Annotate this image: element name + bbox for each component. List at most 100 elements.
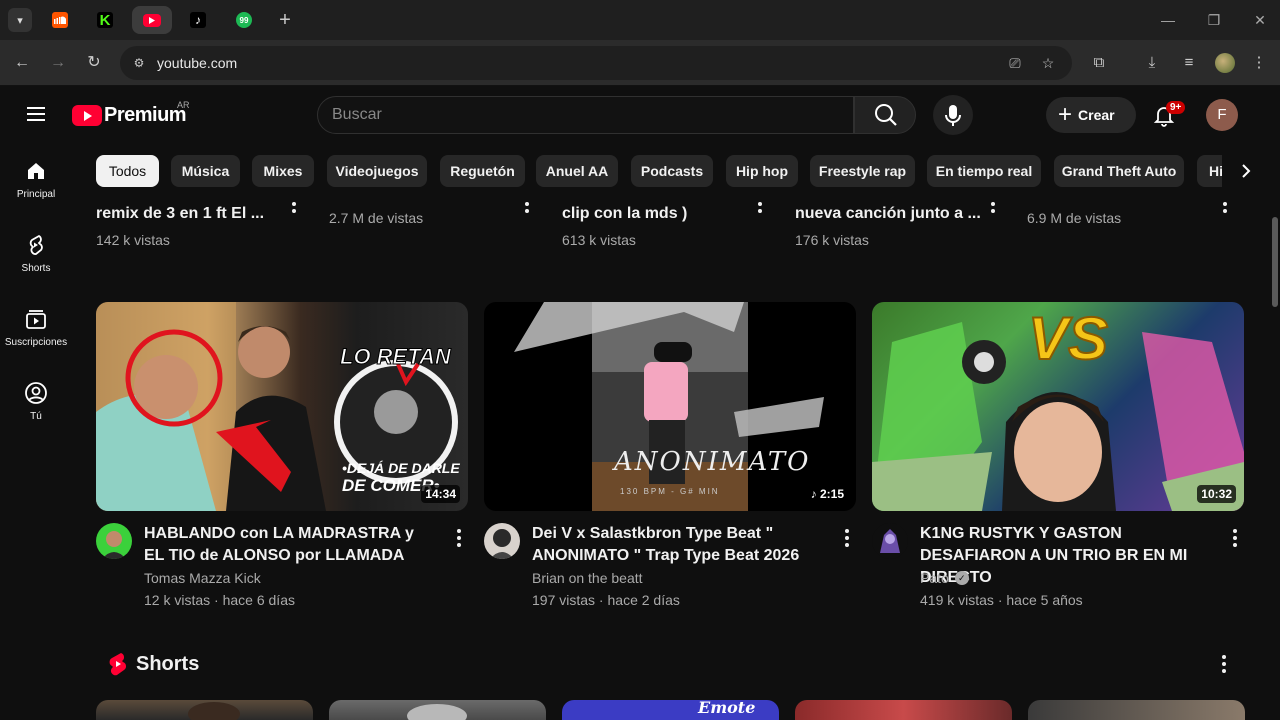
media-control-icon[interactable]: ≡: [1178, 52, 1200, 74]
install-app-icon[interactable]: ⎚: [1006, 54, 1024, 72]
more-actions-icon[interactable]: [1232, 528, 1238, 548]
channel-name[interactable]: Brian on the beatt: [532, 570, 643, 586]
restore-icon[interactable]: ❐: [1204, 10, 1224, 30]
partial-video-title[interactable]: clip con la mds ): [562, 205, 687, 223]
thumbnail-caption: LO RETAN: [340, 344, 452, 370]
more-actions-icon[interactable]: [1221, 654, 1227, 674]
reload-icon[interactable]: ↻: [83, 52, 105, 74]
channel-avatar[interactable]: [484, 523, 520, 559]
partial-video-title[interactable]: remix de 3 en 1 ft El ...: [96, 205, 264, 223]
chip-regueton[interactable]: Reguetón: [440, 155, 525, 187]
chip-freestyle-rap[interactable]: Freestyle rap: [810, 155, 915, 187]
view-count: 419 k vistas: [920, 592, 994, 608]
plus-icon: +: [1058, 101, 1073, 128]
youtube-play-icon: [72, 105, 102, 126]
chevron-right-icon: [1242, 164, 1251, 178]
extensions-icon[interactable]: ⧉: [1088, 52, 1110, 74]
search-button[interactable]: [854, 96, 916, 134]
chip-hip-hop[interactable]: Hip hop: [726, 155, 798, 187]
video-card[interactable]: ANONIMATO 130 BPM - G# MIN ♪ 2:15 Dei V …: [484, 302, 856, 608]
youtube-premium-logo[interactable]: Premium: [72, 104, 187, 127]
tab-kick-99[interactable]: 99: [224, 6, 264, 34]
short-thumbnail[interactable]: [96, 700, 313, 720]
sidebar-item-suscripciones[interactable]: Suscripciones: [4, 291, 68, 365]
tab-tiktok[interactable]: ♪: [178, 6, 218, 34]
back-arrow-icon[interactable]: ←: [11, 52, 33, 74]
chip-videojuegos[interactable]: Videojuegos: [327, 155, 427, 187]
page-scrollbar[interactable]: [1270, 87, 1280, 720]
downloads-icon[interactable]: ⤓: [1141, 52, 1163, 74]
scrollbar-thumb[interactable]: [1272, 217, 1278, 307]
bookmark-star-icon[interactable]: ☆: [1039, 54, 1057, 72]
tab-youtube[interactable]: [132, 6, 172, 34]
channel-name-text[interactable]: Brian on the beatt: [532, 570, 643, 586]
notifications-badge: 9+: [1166, 101, 1186, 114]
tab-soundcloud[interactable]: [40, 6, 80, 34]
channel-name-text[interactable]: Pato: [920, 570, 949, 586]
channel-name[interactable]: Tomas Mazza Kick: [144, 570, 261, 586]
verified-check-icon: ✓: [954, 571, 969, 585]
chips-next-button[interactable]: [1222, 155, 1270, 187]
filter-chips-bar: Todos Música Mixes Videojuegos Reguetón …: [72, 143, 1270, 199]
channel-name[interactable]: Pato ✓: [920, 570, 969, 586]
chip-todos[interactable]: Todos: [96, 155, 159, 187]
video-title[interactable]: HABLANDO con LA MADRASTRA y EL TIO de AL…: [144, 523, 434, 567]
mini-guide-sidebar: Principal Shorts Suscripciones Tú: [0, 143, 72, 720]
sidebar-label-suscripciones: Suscripciones: [4, 337, 68, 348]
chip-mixes[interactable]: Mixes: [252, 155, 314, 187]
address-bar[interactable]: ⚙ youtube.com ⎚ ☆: [120, 46, 1072, 80]
more-actions-icon[interactable]: [456, 528, 462, 548]
partial-video-meta: 142 k vistas: [96, 232, 170, 248]
browser-profile-avatar[interactable]: [1215, 53, 1235, 73]
video-title[interactable]: Dei V x Salastkbron Type Beat " ANONIMAT…: [532, 523, 822, 567]
search-box[interactable]: [317, 96, 854, 134]
sidebar-item-tu[interactable]: Tú: [4, 365, 68, 439]
tiktok-favicon-icon: ♪: [190, 12, 206, 28]
video-duration: 10:32: [1197, 485, 1236, 503]
tab-search-chevron-icon[interactable]: ▾: [8, 8, 32, 32]
channel-name-text[interactable]: Tomas Mazza Kick: [144, 570, 261, 586]
sidebar-item-shorts[interactable]: Shorts: [4, 217, 68, 291]
sidebar-item-principal[interactable]: Principal: [4, 143, 68, 217]
you-icon: [25, 382, 47, 404]
tab-kick[interactable]: K: [85, 6, 125, 34]
video-thumbnail[interactable]: LO RETAN •DEJÁ DE DARLE DE COMER• 14:34: [96, 302, 468, 511]
short-thumbnail[interactable]: [329, 700, 546, 720]
chip-podcasts[interactable]: Podcasts: [631, 155, 713, 187]
video-card[interactable]: VS 10:32 K1NG RUSTYK Y GASTON DESAFIARON…: [872, 302, 1244, 608]
video-duration: ♪ 2:15: [806, 485, 848, 503]
voice-search-button[interactable]: [933, 95, 973, 135]
site-info-icon[interactable]: ⚙: [128, 52, 150, 74]
account-avatar[interactable]: F: [1206, 99, 1238, 131]
search-input[interactable]: [318, 97, 853, 133]
browser-menu-icon[interactable]: ⋮: [1248, 52, 1270, 74]
kick-favicon-icon: K: [97, 12, 113, 29]
chip-musica[interactable]: Música: [171, 155, 240, 187]
minimize-icon[interactable]: —: [1158, 10, 1178, 30]
hamburger-menu-icon[interactable]: [24, 103, 48, 127]
close-window-icon[interactable]: ✕: [1250, 10, 1270, 30]
shorts-title: Shorts: [136, 652, 200, 675]
forward-arrow-icon[interactable]: →: [47, 52, 69, 74]
browser-toolbar: ← → ↻ ⚙ youtube.com ⎚ ☆ ⧉ ⤓ ≡ ⋮: [0, 40, 1280, 86]
partial-video-meta: 6.9 M de vistas: [1027, 210, 1122, 226]
chip-en-tiempo-real[interactable]: En tiempo real: [927, 155, 1041, 187]
upload-age: hace 2 días: [607, 592, 680, 608]
more-actions-icon[interactable]: [844, 528, 850, 548]
youtube-favicon-icon: [143, 13, 161, 27]
create-button[interactable]: + Crear: [1046, 97, 1136, 133]
video-thumbnail[interactable]: ANONIMATO 130 BPM - G# MIN ♪ 2:15: [484, 302, 856, 511]
video-thumbnail[interactable]: VS 10:32: [872, 302, 1244, 511]
chip-grand-theft-auto[interactable]: Grand Theft Auto: [1054, 155, 1184, 187]
video-metadata: 12 k vistas · hace 6 días: [144, 592, 295, 608]
partial-video-title[interactable]: nueva canción junto a ...: [795, 205, 981, 223]
chip-anuel-aa[interactable]: Anuel AA: [536, 155, 618, 187]
short-thumbnail[interactable]: [795, 700, 1012, 720]
channel-avatar[interactable]: [872, 523, 908, 559]
short-thumbnail[interactable]: [1028, 700, 1245, 720]
url-text[interactable]: youtube.com: [157, 55, 237, 71]
short-thumbnail[interactable]: Emote: [562, 700, 779, 720]
video-card[interactable]: LO RETAN •DEJÁ DE DARLE DE COMER• 14:34 …: [96, 302, 468, 608]
channel-avatar[interactable]: [96, 523, 132, 559]
new-tab-button[interactable]: +: [274, 9, 296, 31]
